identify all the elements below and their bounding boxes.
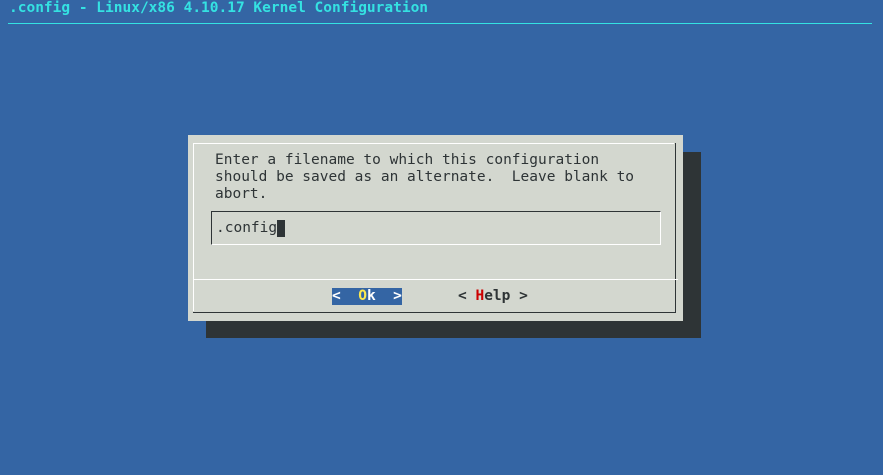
filename-input-content: .config <box>216 220 286 237</box>
ok-button-hotkey: O <box>358 288 367 304</box>
prompt-line-1: Enter a filename to which this configura… <box>215 152 600 168</box>
ok-button[interactable]: < Ok > <box>332 288 402 305</box>
prompt-line-2: should be saved as an alternate. Leave b… <box>215 169 635 185</box>
help-button-hotkey: H <box>475 288 485 304</box>
ok-button-rest: k > <box>366 288 402 304</box>
title-underline <box>8 23 872 24</box>
help-button-left: < <box>458 288 476 304</box>
dialog-prompt: Enter a filename to which this configura… <box>215 152 665 203</box>
button-separator <box>194 279 678 280</box>
help-button[interactable]: < Help > <box>458 288 528 305</box>
text-cursor <box>277 220 286 237</box>
help-button-rest: elp > <box>484 288 528 304</box>
prompt-line-3: abort. <box>215 186 268 202</box>
ok-button-left: < <box>332 288 359 304</box>
window-title: .config - Linux/x86 4.10.17 Kernel Confi… <box>9 0 429 16</box>
filename-value: .config <box>216 220 278 236</box>
filename-input[interactable]: .config <box>211 211 661 245</box>
save-as-dialog: Enter a filename to which this configura… <box>188 135 683 321</box>
